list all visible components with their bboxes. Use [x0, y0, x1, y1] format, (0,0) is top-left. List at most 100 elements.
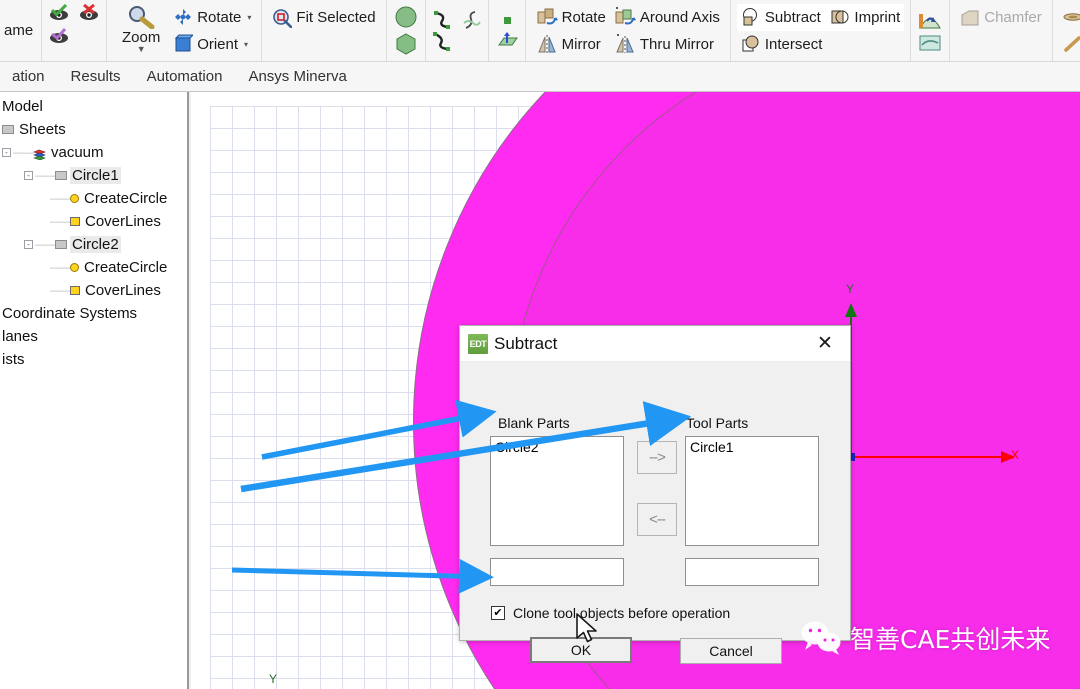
rotate-body-icon: [536, 7, 558, 27]
y-axis-label-top: Y: [846, 282, 854, 296]
tab-automation[interactable]: Automation: [135, 65, 235, 88]
tree-item-sheets[interactable]: Sheets: [0, 118, 187, 141]
ribbon-item-name-fragment[interactable]: ame: [0, 17, 37, 44]
polyline-icon[interactable]: [432, 10, 452, 30]
tree-label: CoverLines: [83, 282, 163, 299]
tree-label: Model: [0, 98, 45, 115]
chamfer-button[interactable]: Chamfer: [956, 4, 1046, 31]
fit-selected-button[interactable]: Fit Selected: [268, 4, 379, 31]
tree-item-vacuum[interactable]: - —— vacuum: [0, 141, 187, 164]
imprint-button[interactable]: Imprint: [826, 4, 904, 31]
tree-item-model[interactable]: Model: [0, 95, 187, 118]
tab-strip: ation Results Automation Ansys Minerva: [0, 62, 1080, 92]
list-item[interactable]: Circle1: [689, 439, 815, 456]
tree-item-coverlines-2[interactable]: —— CoverLines: [0, 279, 187, 302]
ribbon-group-surface-ops: [910, 0, 949, 61]
tab-ation[interactable]: ation: [0, 65, 57, 88]
fit-selected-label: Fit Selected: [296, 9, 375, 26]
clone-tool-objects-checkbox[interactable]: ✔: [491, 606, 505, 620]
blank-parts-listbox[interactable]: Circle2: [490, 436, 624, 546]
chevron-down-icon[interactable]: ▾: [247, 13, 251, 22]
cancel-button[interactable]: Cancel: [680, 638, 782, 664]
zoom-caret-icon[interactable]: ▼: [137, 46, 146, 53]
orient-button[interactable]: Orient ▾: [169, 31, 255, 58]
tree-expander[interactable]: -: [2, 148, 11, 157]
zoom-button[interactable]: Zoom ▼: [113, 0, 169, 58]
tree-connector: ——: [50, 285, 70, 297]
thru-mirror-icon: [614, 34, 636, 54]
tree-connector: ——: [50, 193, 70, 205]
hide-body-icon[interactable]: [78, 4, 100, 22]
clone-tool-objects-row[interactable]: ✔ Clone tool objects before operation: [491, 605, 730, 621]
rotate-view-icon: [173, 7, 193, 27]
minus-operator-label: -: [648, 415, 653, 432]
clone-tool-objects-label: Clone tool objects before operation: [513, 605, 730, 621]
tree-label: Sheets: [17, 121, 68, 138]
list-item[interactable]: Circle2: [494, 439, 620, 456]
tool-parts-label: Tool Parts: [686, 415, 748, 431]
plane-icon[interactable]: [495, 31, 519, 49]
circle-shape-icon[interactable]: [393, 5, 419, 29]
subtract-dialog[interactable]: EDT Subtract ✕ Blank Parts - Tool Parts …: [459, 325, 851, 641]
chevron-down-icon-orient[interactable]: ▾: [244, 40, 248, 49]
close-icon[interactable]: ✕: [808, 330, 842, 358]
tree-expander[interactable]: -: [24, 240, 33, 249]
blank-parts-input[interactable]: [490, 558, 624, 586]
imprint-icon: [830, 8, 850, 28]
tree-label: Circle1: [70, 167, 121, 184]
tool-parts-input[interactable]: [685, 558, 819, 586]
tree-item-planes[interactable]: lanes: [0, 325, 187, 348]
tree-item-coverlines-1[interactable]: —— CoverLines: [0, 210, 187, 233]
arc-icon[interactable]: [432, 32, 452, 52]
ribbon-label-ame: ame: [4, 22, 33, 39]
ribbon-group-fit: Fit Selected: [261, 0, 385, 61]
move-left-button[interactable]: <--: [637, 503, 677, 536]
tree-item-circle1[interactable]: - —— Circle1: [0, 164, 187, 187]
imprint-label: Imprint: [854, 9, 900, 26]
tab-ansys-minerva[interactable]: Ansys Minerva: [236, 65, 358, 88]
intersect-label: Intersect: [765, 36, 823, 53]
show-all-icon[interactable]: [48, 26, 70, 44]
cover-feature-icon: [70, 286, 80, 295]
mirror-label: Mirror: [562, 36, 601, 53]
tree-connector: ——: [13, 147, 33, 159]
chamfer-label: Chamfer: [984, 9, 1042, 26]
edge-button[interactable]: Edg: [1059, 31, 1080, 58]
sweep-icon[interactable]: [917, 8, 943, 30]
tree-item-createcircle-1[interactable]: —— CreateCircle: [0, 187, 187, 210]
application-window: ame: [0, 0, 1080, 689]
x-axis-label: X: [1011, 448, 1019, 462]
tab-results[interactable]: Results: [59, 65, 133, 88]
subtract-icon: [741, 7, 761, 27]
tree-expander[interactable]: -: [24, 171, 33, 180]
subtract-button[interactable]: Subtract: [737, 4, 827, 31]
rotate-body-button[interactable]: Rotate: [532, 4, 610, 31]
tree-item-createcircle-2[interactable]: —— CreateCircle: [0, 256, 187, 279]
shell-button[interactable]: She: [1059, 4, 1080, 31]
tool-parts-listbox[interactable]: Circle1: [685, 436, 819, 546]
show-body-icon[interactable]: [48, 4, 70, 22]
section-icon[interactable]: [917, 33, 943, 53]
tree-item-circle2[interactable]: - —— Circle2: [0, 233, 187, 256]
tree-label: CreateCircle: [82, 190, 169, 207]
rotate-view-button[interactable]: Rotate ▾: [169, 4, 255, 31]
move-right-button[interactable]: -->: [637, 441, 677, 474]
dialog-body: Blank Parts - Tool Parts Circle2 Circle1…: [460, 362, 850, 641]
mirror-button[interactable]: Mirror: [532, 31, 610, 58]
blank-parts-label: Blank Parts: [498, 415, 570, 431]
edge-icon: [1063, 36, 1080, 52]
y-axis-label-bottom: Y: [269, 672, 277, 686]
edt-app-icon: EDT: [468, 334, 488, 354]
ribbon-group-chamfer: Chamfer: [949, 0, 1052, 61]
hexagon-shape-icon[interactable]: [393, 32, 419, 56]
spline-icon[interactable]: [462, 10, 482, 30]
around-axis-button[interactable]: Around Axis: [610, 4, 724, 31]
intersect-button[interactable]: Intersect: [737, 31, 827, 58]
thru-mirror-button[interactable]: Thru Mirror: [610, 31, 724, 58]
tree-item-coordinate-systems[interactable]: Coordinate Systems: [0, 302, 187, 325]
tree-item-lists[interactable]: ists: [0, 348, 187, 371]
point-icon[interactable]: [495, 13, 519, 27]
around-axis-label: Around Axis: [640, 9, 720, 26]
ok-button[interactable]: OK: [530, 637, 632, 663]
model-tree-panel[interactable]: Model Sheets - —— vacuum - —— Circle1: [0, 92, 189, 689]
